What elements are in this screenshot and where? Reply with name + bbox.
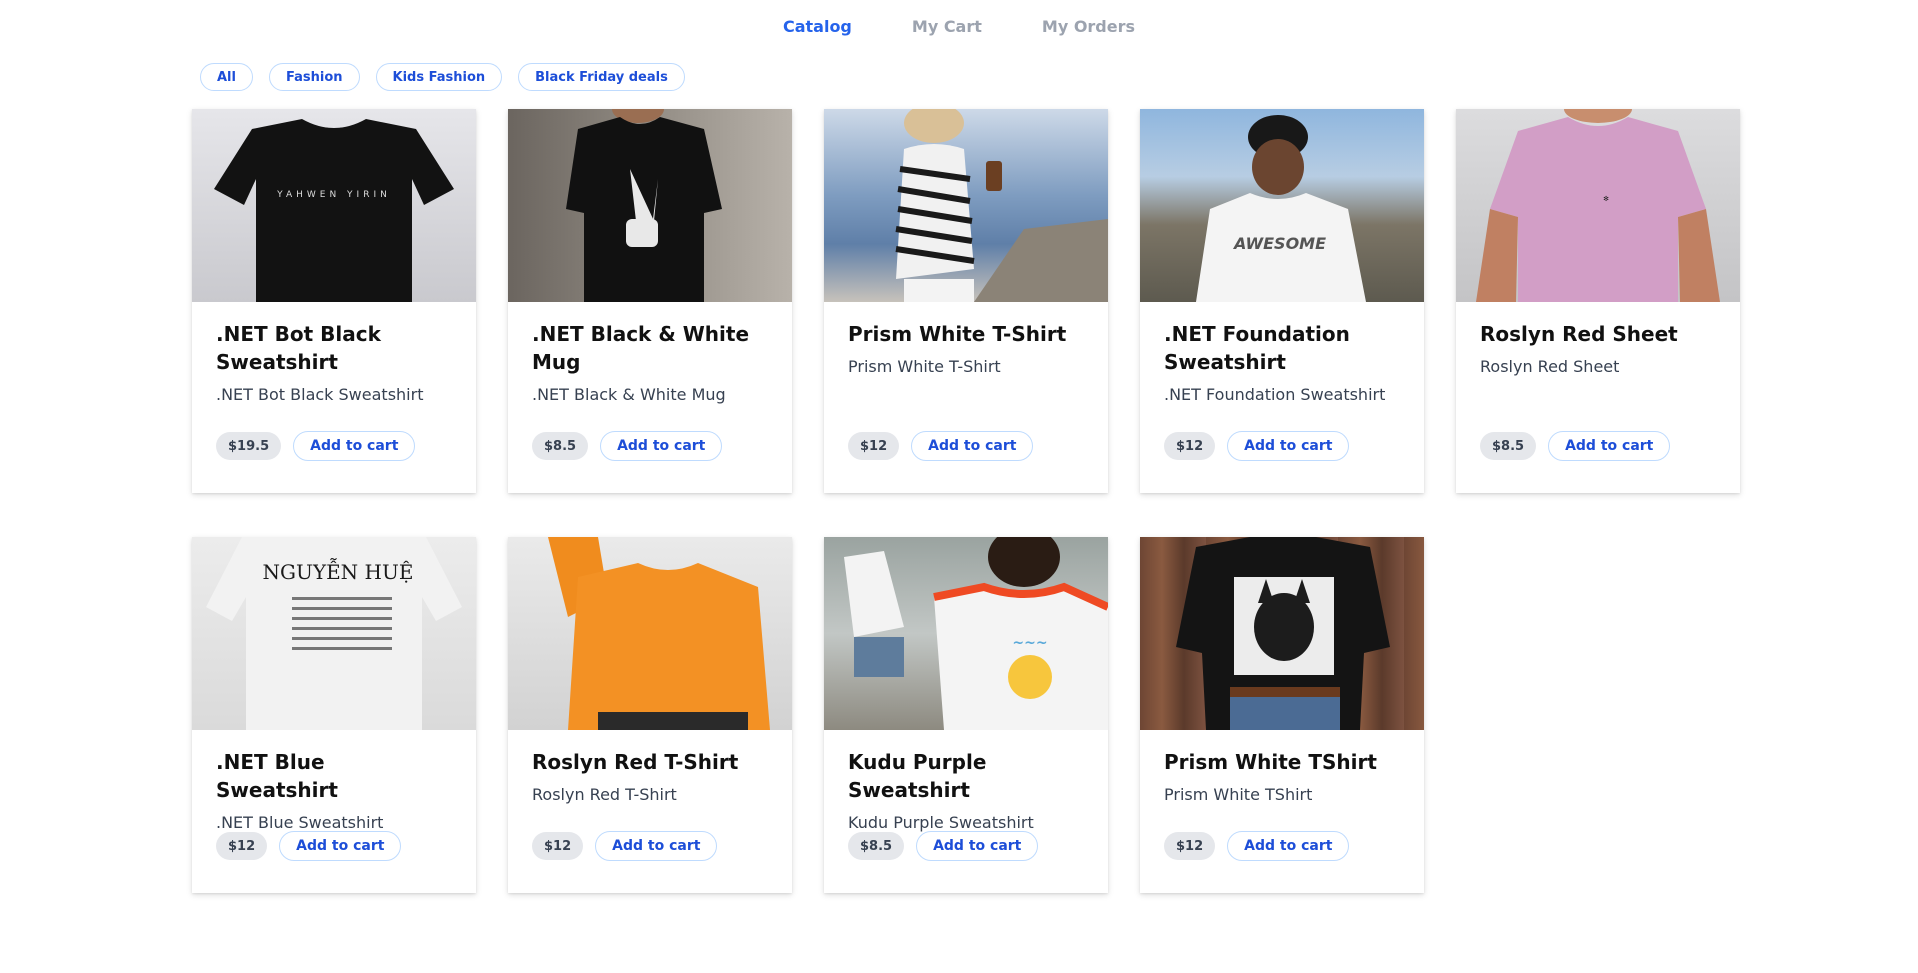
add-to-cart-button[interactable]: Add to cart [916,831,1039,861]
product-title: Roslyn Red T-Shirt [532,750,739,774]
product-card: NGUYỄN HUỆ .NET Blue Sweatshirt .NET Blu… [192,537,476,893]
product-description: .NET Bot Black Sweatshirt [216,385,424,404]
product-title: .NET Blue Sweatshirt [216,750,338,802]
add-to-cart-button[interactable]: Add to cart [1548,431,1671,461]
black-tshirt-image: YAHWEN YIRIN [192,109,476,302]
add-to-cart-button[interactable]: Add to cart [911,431,1034,461]
svg-text:✻: ✻ [1603,195,1609,203]
product-title: .NET Black & White Mug [532,322,750,374]
sunny-tshirt-image: ~~~ [824,537,1108,730]
product-card: AWESOME .NET Foundation Sweatshirt .NET … [1140,109,1424,493]
price-badge: $12 [848,432,900,460]
product-grid: YAHWEN YIRIN .NET Bot Black Sweatshirt .… [192,109,1740,893]
price-badge: $12 [1164,832,1216,860]
product-description: Prism White T-Shirt [848,357,1001,376]
product-card: YAHWEN YIRIN .NET Bot Black Sweatshirt .… [192,109,476,493]
product-description: Roslyn Red Sheet [1480,357,1620,376]
shirt-print-text: YAHWEN YIRIN [276,190,391,200]
filter-black-friday[interactable]: Black Friday deals [518,63,685,91]
product-title: Prism White TShirt [1164,750,1377,774]
nguyen-hue-tshirt-image: NGUYỄN HUỆ [192,537,476,730]
add-to-cart-button[interactable]: Add to cart [595,831,718,861]
svg-text:AWESOME: AWESOME [1232,234,1326,253]
product-description: Prism White TShirt [1164,785,1313,804]
nav-my-cart[interactable]: My Cart [912,17,982,36]
price-badge: $12 [1164,432,1216,460]
filter-all[interactable]: All [200,63,253,91]
add-to-cart-button[interactable]: Add to cart [279,831,402,861]
price-badge: $12 [216,832,268,860]
price-badge: $8.5 [532,432,589,460]
orange-tshirt-image [508,537,792,730]
awesome-tshirt-image: AWESOME [1140,109,1424,302]
top-nav: Catalog My Cart My Orders [0,0,1918,52]
nav-my-orders[interactable]: My Orders [1042,17,1135,36]
add-to-cart-button[interactable]: Add to cart [293,431,416,461]
nav-catalog[interactable]: Catalog [783,17,852,36]
add-to-cart-button[interactable]: Add to cart [600,431,723,461]
category-filters: All Fashion Kids Fashion Black Friday de… [200,63,685,91]
price-badge: $12 [532,832,584,860]
product-card: Prism White TShirt Prism White TShirt $1… [1140,537,1424,893]
product-description: .NET Foundation Sweatshirt [1164,385,1386,404]
product-card: ✻ Roslyn Red Sheet Roslyn Red Sheet $8.5… [1456,109,1740,493]
price-badge: $19.5 [216,432,282,460]
product-title: Roslyn Red Sheet [1480,322,1678,346]
filter-fashion[interactable]: Fashion [268,63,360,91]
add-to-cart-button[interactable]: Add to cart [1227,431,1350,461]
product-card: .NET Black & White Mug .NET Black & Whit… [508,109,792,493]
dog-tshirt-image [1140,537,1424,730]
product-card: ~~~ Kudu Purple Sweatshirt Kudu Purple S… [824,537,1108,893]
product-description: Roslyn Red T-Shirt [532,785,677,804]
product-title: Kudu Purple Sweatshirt [848,750,987,802]
pink-tshirt-image: ✻ [1456,109,1740,302]
striped-sweater-image [824,109,1108,302]
skeleton-hand-tshirt-image [508,109,792,302]
svg-text:~~~: ~~~ [1012,635,1047,651]
price-badge: $8.5 [1480,432,1537,460]
add-to-cart-button[interactable]: Add to cart [1227,831,1350,861]
product-title: .NET Foundation Sweatshirt [1164,322,1350,374]
product-card: Prism White T-Shirt Prism White T-Shirt … [824,109,1108,493]
product-title: Prism White T-Shirt [848,322,1067,346]
filter-kids-fashion[interactable]: Kids Fashion [375,63,503,91]
product-title: .NET Bot Black Sweatshirt [216,322,381,374]
shirt-print-text: NGUYỄN HUỆ [263,557,414,584]
product-card: Roslyn Red T-Shirt Roslyn Red T-Shirt $1… [508,537,792,893]
price-badge: $8.5 [848,832,905,860]
product-description: .NET Black & White Mug [532,385,726,404]
